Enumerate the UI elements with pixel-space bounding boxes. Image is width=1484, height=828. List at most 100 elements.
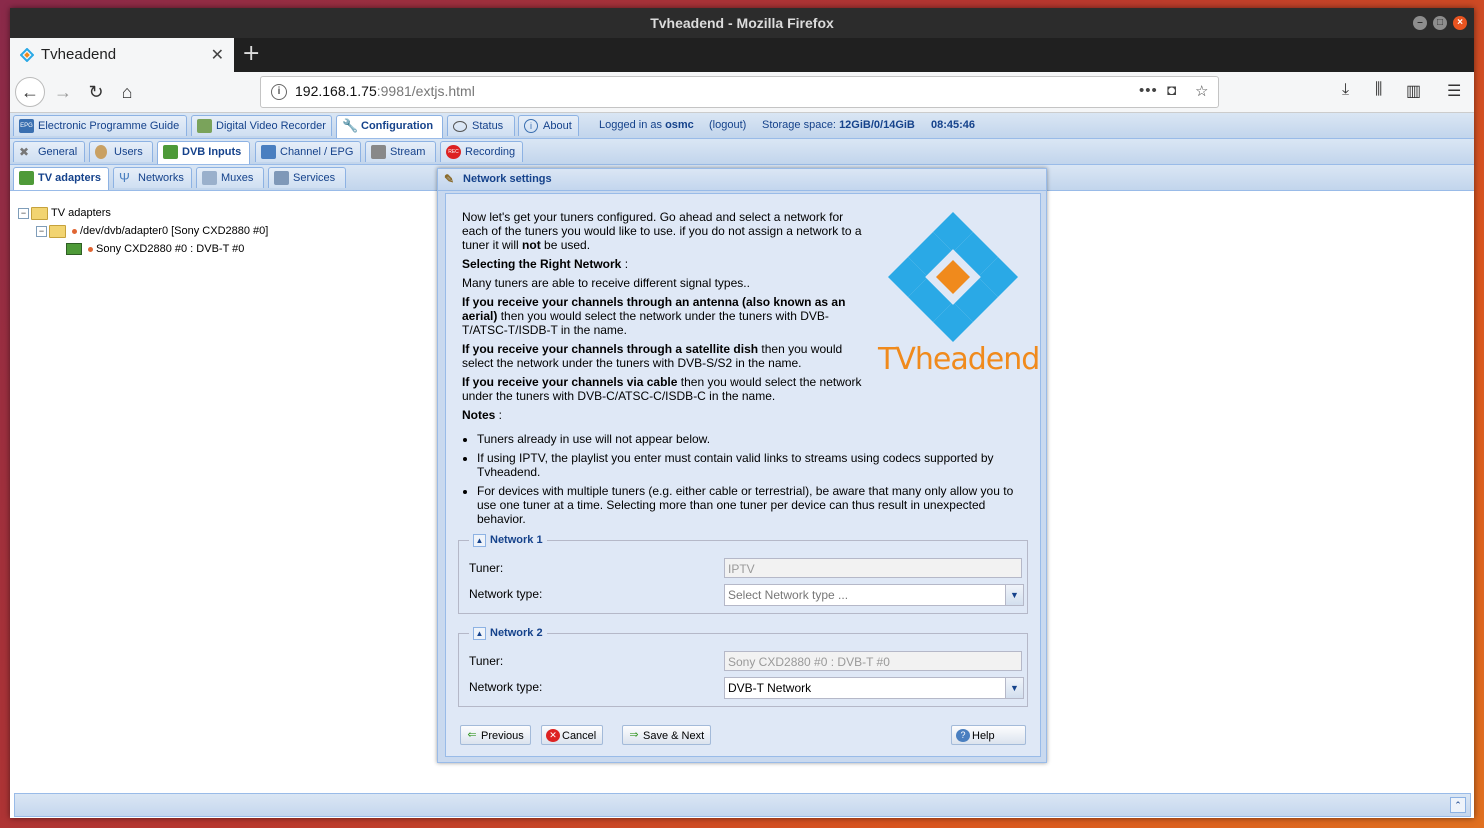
cancel-icon: ✕ xyxy=(546,729,560,742)
close-tab-icon[interactable]: ✕ xyxy=(211,45,224,65)
tree-node-root[interactable]: − TV adapters xyxy=(18,205,111,221)
tab-epg[interactable]: EPG Electronic Programme Guide xyxy=(13,115,187,136)
clock: 08:45:46 xyxy=(931,119,976,131)
adapter-icon xyxy=(19,171,34,185)
dropdown-arrow-icon[interactable]: ▼ xyxy=(1005,678,1023,698)
tab-users[interactable]: Users xyxy=(89,141,153,162)
browser-tab[interactable]: Tvheadend ✕ xyxy=(10,38,234,72)
folder-icon xyxy=(31,206,48,220)
antenna-icon: Ψ xyxy=(119,170,130,185)
bookmark-star-icon[interactable]: ☆ xyxy=(1195,82,1208,100)
library-icon[interactable]: ⫼ xyxy=(1375,81,1382,99)
tab-recording[interactable]: REC Recording xyxy=(440,141,523,162)
network1-type-select[interactable]: Select Network type ... ▼ xyxy=(724,584,1024,606)
tuner-card-icon xyxy=(66,243,82,256)
network2-fieldset: ▲ Network 2 Tuner: Sony CXD2880 #0 : DVB-… xyxy=(458,625,1028,707)
network2-tuner-field: Sony CXD2880 #0 : DVB-T #0 xyxy=(724,651,1022,671)
tab-tv-adapters[interactable]: TV adapters xyxy=(13,167,109,190)
maximize-button[interactable]: □ xyxy=(1433,16,1447,30)
page-actions-icon[interactable]: ••• xyxy=(1139,82,1158,99)
note-item: Tuners already in use will not appear be… xyxy=(477,432,1032,446)
site-info-icon[interactable]: i xyxy=(271,84,287,100)
network2-legend[interactable]: ▲ Network 2 xyxy=(469,625,547,641)
tv-icon xyxy=(261,145,276,159)
network2-tuner-label: Tuner: xyxy=(469,654,504,668)
network-settings-dialog: ✎ Network settings Now let's get your tu… xyxy=(437,168,1047,763)
navigation-bar: ← → ↻ ⌂ i 192.168.1.75:9981/extjs.html •… xyxy=(10,72,1474,113)
collapse-up-icon[interactable]: ▲ xyxy=(473,533,486,547)
dialog-body: Now let's get your tuners configured. Go… xyxy=(445,193,1041,757)
services-icon xyxy=(274,171,289,185)
tab-services[interactable]: Services xyxy=(268,167,346,188)
browser-tabstrip: Tvheadend ✕ + xyxy=(10,38,1474,72)
network2-type-label: Network type: xyxy=(469,680,543,694)
folder-icon xyxy=(49,224,66,238)
collapse-up-icon[interactable]: ▲ xyxy=(473,626,486,640)
info-icon: i xyxy=(524,119,538,133)
logout-link[interactable]: (logout) xyxy=(709,119,746,131)
tree-node-frontend[interactable]: Sony CXD2880 #0 : DVB-T #0 xyxy=(66,241,244,257)
back-icon[interactable]: ← xyxy=(15,77,45,107)
home-icon[interactable]: ⌂ xyxy=(112,77,142,107)
tab-muxes[interactable]: Muxes xyxy=(196,167,264,188)
cancel-button[interactable]: ✕ Cancel xyxy=(541,725,604,745)
collapse-icon[interactable]: − xyxy=(36,225,47,237)
wizard-notes: Tuners already in use will not appear be… xyxy=(462,432,1032,531)
network1-legend[interactable]: ▲ Network 1 xyxy=(469,532,547,548)
tab-general[interactable]: ✖ General xyxy=(13,141,85,162)
network1-tuner-label: Tuner: xyxy=(469,561,504,575)
save-next-button[interactable]: ⇒ Save & Next xyxy=(622,725,712,745)
forward-icon[interactable]: → xyxy=(48,77,78,107)
dropdown-arrow-icon[interactable]: ▼ xyxy=(1005,585,1023,605)
tab-status[interactable]: Status xyxy=(447,115,515,136)
tab-channel-epg[interactable]: Channel / EPG xyxy=(255,141,361,162)
tvheadend-favicon-icon xyxy=(20,48,34,62)
network1-fieldset: ▲ Network 1 Tuner: IPTV Network type: Sel… xyxy=(458,532,1028,614)
window-titlebar: Tvheadend - Mozilla Firefox – □ × xyxy=(10,8,1474,38)
rec-icon: REC xyxy=(446,145,461,159)
expand-up-icon[interactable]: ⌃ xyxy=(1450,797,1466,813)
url-bar[interactable]: i 192.168.1.75:9981/extjs.html ••• ◘ ☆ xyxy=(260,76,1219,108)
help-button[interactable]: ? Help xyxy=(951,725,1026,745)
epg-icon: EPG xyxy=(19,119,34,133)
config-tabbar: ✖ General Users DVB Inputs Channel / EPG… xyxy=(10,139,1474,165)
close-window-button[interactable]: × xyxy=(1453,16,1467,30)
main-tabbar: EPG Electronic Programme Guide Digital V… xyxy=(10,113,1474,139)
mux-icon xyxy=(202,171,217,185)
tvheadend-logo-icon xyxy=(888,212,1018,342)
tab-networks[interactable]: Ψ Networks xyxy=(113,167,192,188)
arrow-left-icon: ⇐ xyxy=(467,729,477,741)
users-icon xyxy=(95,145,107,159)
tab-dvb-inputs[interactable]: DVB Inputs xyxy=(157,141,250,164)
new-tab-icon[interactable]: + xyxy=(242,41,260,66)
browser-window: Tvheadend - Mozilla Firefox – □ × Tvhead… xyxy=(10,8,1474,818)
storage-space: Storage space: 12GiB/0/14GiB xyxy=(762,119,915,131)
tab-stream[interactable]: Stream xyxy=(365,141,436,162)
previous-button[interactable]: ⇐ Previous xyxy=(460,725,531,745)
sidebar-icon[interactable]: ▥ xyxy=(1406,81,1421,101)
eye-icon xyxy=(453,121,467,132)
note-item: If using IPTV, the playlist you enter mu… xyxy=(477,451,1032,479)
arrow-right-icon: ⇒ xyxy=(629,729,639,741)
bottom-panel-bar: ⌃ xyxy=(14,793,1471,817)
dvb-card-icon xyxy=(163,145,178,159)
tab-configuration[interactable]: 🔧 Configuration xyxy=(336,115,443,138)
tab-about[interactable]: i About xyxy=(518,115,579,136)
tree-node-adapter[interactable]: −/dev/dvb/adapter0 [Sony CXD2880 #0] xyxy=(36,223,268,239)
url-text[interactable]: 192.168.1.75:9981/extjs.html xyxy=(295,83,475,99)
status-dot-icon xyxy=(88,246,93,252)
downloads-icon[interactable]: ⤓ xyxy=(1342,81,1349,99)
menu-icon[interactable]: ☰ xyxy=(1447,81,1461,101)
wrench-icon: 🔧 xyxy=(342,118,359,133)
collapse-icon[interactable]: − xyxy=(18,207,29,219)
tab-dvr[interactable]: Digital Video Recorder xyxy=(191,115,332,136)
minimize-button[interactable]: – xyxy=(1413,16,1427,30)
network1-type-label: Network type: xyxy=(469,587,543,601)
stream-icon xyxy=(371,145,386,159)
wizard-instructions: Now let's get your tuners configured. Go… xyxy=(462,210,862,422)
network2-type-select[interactable]: DVB-T Network ▼ xyxy=(724,677,1024,699)
reload-icon[interactable]: ↻ xyxy=(81,77,111,107)
pocket-icon[interactable]: ◘ xyxy=(1167,82,1176,99)
browser-tab-title: Tvheadend xyxy=(41,46,117,63)
status-dot-icon xyxy=(72,228,77,234)
